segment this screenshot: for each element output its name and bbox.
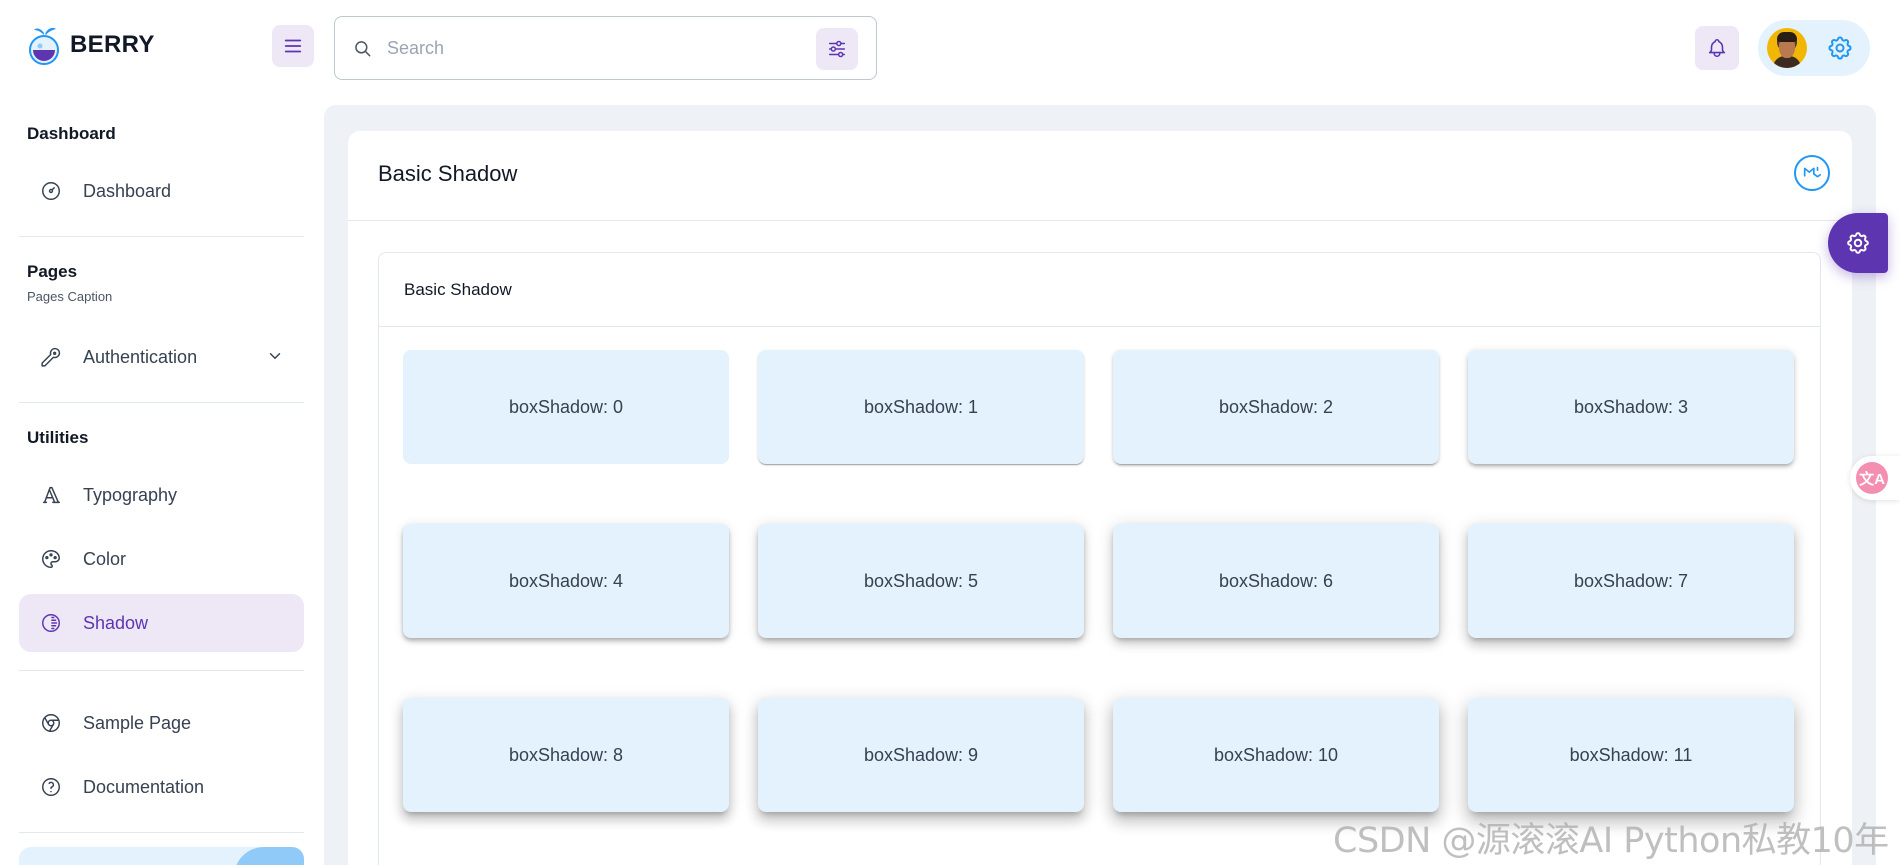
adjustments-icon <box>828 40 846 58</box>
sidebar-item-sample-page[interactable]: Sample Page <box>19 694 304 752</box>
watermark: CSDN @源滚滚AI Python私教10年 <box>1333 821 1889 861</box>
berry-logo-icon <box>29 27 59 65</box>
page-title: Basic Shadow <box>378 161 518 186</box>
sidebar-item-label: Shadow <box>83 612 149 633</box>
divider <box>19 236 304 237</box>
shadow-box: boxShadow: 11 <box>1468 698 1794 812</box>
search-input[interactable] <box>387 31 787 65</box>
nav-heading-utilities: Utilities <box>27 428 89 447</box>
search-icon <box>355 41 371 57</box>
translate-icon: 文A <box>1856 462 1888 494</box>
chevron-down-icon <box>269 353 281 360</box>
dashboard-icon <box>39 179 63 203</box>
menu-icon <box>284 39 302 53</box>
avatar <box>1767 28 1807 68</box>
sidebar-item-label: Typography <box>83 484 178 505</box>
settings-icon <box>1847 232 1869 254</box>
customization-fab-button[interactable] <box>1828 213 1888 273</box>
palette-icon <box>39 547 63 571</box>
mui-reference-button[interactable] <box>1794 155 1830 191</box>
nav-heading-pages: Pages <box>27 262 78 281</box>
main-content: Basic Shadow Basic Shadow boxShadow: 0 bo… <box>324 105 1876 865</box>
notification-button[interactable] <box>1695 26 1739 70</box>
shadow-box: boxShadow: 4 <box>403 524 729 638</box>
app-header: BERRY <box>0 0 1900 96</box>
divider <box>19 670 304 671</box>
page-card: Basic Shadow Basic Shadow boxShadow: 0 bo… <box>348 131 1852 865</box>
sidebar-item-label: Authentication <box>83 346 198 367</box>
shadow-icon <box>39 611 63 635</box>
shadow-box: boxShadow: 8 <box>403 698 729 812</box>
sidebar-item-label: Dashboard <box>83 180 172 201</box>
profile-menu-button[interactable] <box>1758 20 1870 76</box>
nav-caption-pages: Pages Caption <box>27 289 113 304</box>
help-icon <box>39 775 63 799</box>
divider <box>19 402 304 403</box>
brand-logo[interactable]: BERRY <box>26 24 155 66</box>
search-box <box>334 16 877 80</box>
mui-logo-icon <box>1803 166 1822 178</box>
shadow-box: boxShadow: 2 <box>1113 350 1439 464</box>
shadow-box: boxShadow: 5 <box>758 524 1084 638</box>
shadow-box: boxShadow: 9 <box>758 698 1084 812</box>
shadow-box: boxShadow: 3 <box>1468 350 1794 464</box>
search-filter-button[interactable] <box>816 28 858 70</box>
shadow-box: boxShadow: 6 <box>1113 524 1439 638</box>
brand-name: BERRY <box>70 31 155 58</box>
sidebar-item-label: Documentation <box>83 776 205 797</box>
key-icon <box>39 345 63 369</box>
shadow-box: boxShadow: 10 <box>1113 698 1439 812</box>
bell-icon <box>1708 38 1726 57</box>
divider <box>19 832 304 833</box>
shadow-box: boxShadow: 1 <box>758 350 1084 464</box>
translate-extension-button[interactable]: 文A <box>1850 456 1900 500</box>
sidebar-item-color[interactable]: Color <box>19 530 304 588</box>
nav-heading-dashboard: Dashboard <box>27 124 116 143</box>
typography-icon <box>39 483 63 507</box>
sidebar-item-typography[interactable]: Typography <box>19 466 304 524</box>
section-title: Basic Shadow <box>404 280 512 299</box>
sidebar-item-label: Color <box>83 548 127 569</box>
shadow-box: boxShadow: 7 <box>1468 524 1794 638</box>
brand-chrome-icon <box>39 711 63 735</box>
sidebar-item-documentation[interactable]: Documentation <box>19 758 304 816</box>
shadow-box: boxShadow: 0 <box>403 350 729 464</box>
section-header: Basic Shadow <box>379 253 1820 327</box>
sidebar: Dashboard Dashboard Pages Pages Caption … <box>0 96 320 865</box>
sidebar-item-authentication[interactable]: Authentication <box>19 328 304 386</box>
page-card-header: Basic Shadow <box>348 131 1852 221</box>
sidebar-item-dashboard[interactable]: Dashboard <box>19 162 304 220</box>
sidebar-item-shadow[interactable]: Shadow <box>19 594 304 652</box>
upgrade-card[interactable] <box>19 847 304 865</box>
menu-toggle-button[interactable] <box>272 25 314 67</box>
sidebar-item-label: Sample Page <box>83 712 192 733</box>
settings-icon <box>1828 36 1852 60</box>
